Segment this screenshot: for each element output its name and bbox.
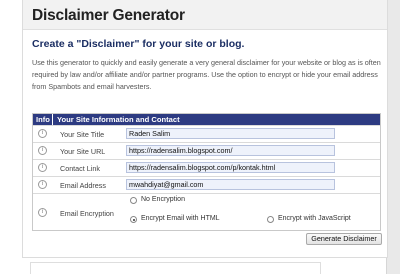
info-icon[interactable]: i: [38, 163, 47, 172]
info-icon[interactable]: i: [38, 129, 47, 138]
page-title: Disclaimer Generator: [32, 7, 185, 24]
radio-no-encryption[interactable]: [130, 197, 137, 204]
column-header-info: Info: [33, 114, 53, 125]
generator-card: Disclaimer Generator Create a "Disclaime…: [22, 0, 388, 258]
radio-label-encrypt-javascript: Encrypt with JavaScript: [278, 215, 351, 222]
email-label: Email Address: [60, 181, 106, 190]
table-header: Info Your Site Information and Contact: [33, 114, 380, 125]
site-url-input[interactable]: https://radensalim.blogspot.com/: [126, 145, 335, 156]
encryption-label: Email Encryption: [60, 209, 114, 218]
next-card-edge: [30, 262, 321, 274]
table-row-site-url: i Your Site URL https://radensalim.blogs…: [33, 142, 380, 159]
contact-link-label: Contact Link: [60, 164, 100, 173]
table-row-site-title: i Your Site Title Raden Salim: [33, 125, 380, 142]
info-icon[interactable]: i: [38, 146, 47, 155]
site-info-table: Info Your Site Information and Contact i…: [32, 113, 381, 231]
column-header-main: Your Site Information and Contact: [53, 114, 380, 125]
radio-encrypt-html[interactable]: [130, 216, 137, 223]
info-icon[interactable]: i: [38, 208, 47, 217]
email-input[interactable]: mwahdiyat@gmail.com: [126, 179, 335, 190]
radio-encrypt-javascript[interactable]: [267, 216, 274, 223]
table-row-encryption: i Email Encryption No Encryption Encrypt…: [33, 193, 380, 230]
site-url-label: Your Site URL: [60, 147, 106, 156]
description-text: Use this generator to quickly and easily…: [32, 58, 381, 91]
card-header: Disclaimer Generator: [23, 0, 387, 30]
radio-label-encrypt-html: Encrypt Email with HTML: [141, 215, 220, 222]
generate-disclaimer-button[interactable]: Generate Disclaimer: [306, 233, 382, 245]
site-title-input[interactable]: Raden Salim: [126, 128, 335, 139]
section-subtitle: Create a "Disclaimer" for your site or b…: [32, 38, 245, 50]
contact-link-input[interactable]: https://radensalim.blogspot.com/p/kontak…: [126, 162, 335, 173]
info-icon[interactable]: i: [38, 180, 47, 189]
site-title-label: Your Site Title: [60, 130, 105, 139]
page-scrollbar[interactable]: [386, 0, 400, 274]
table-row-contact-link: i Contact Link https://radensalim.blogsp…: [33, 159, 380, 176]
table-row-email: i Email Address mwahdiyat@gmail.com: [33, 176, 380, 193]
radio-label-no-encryption: No Encryption: [141, 196, 185, 203]
